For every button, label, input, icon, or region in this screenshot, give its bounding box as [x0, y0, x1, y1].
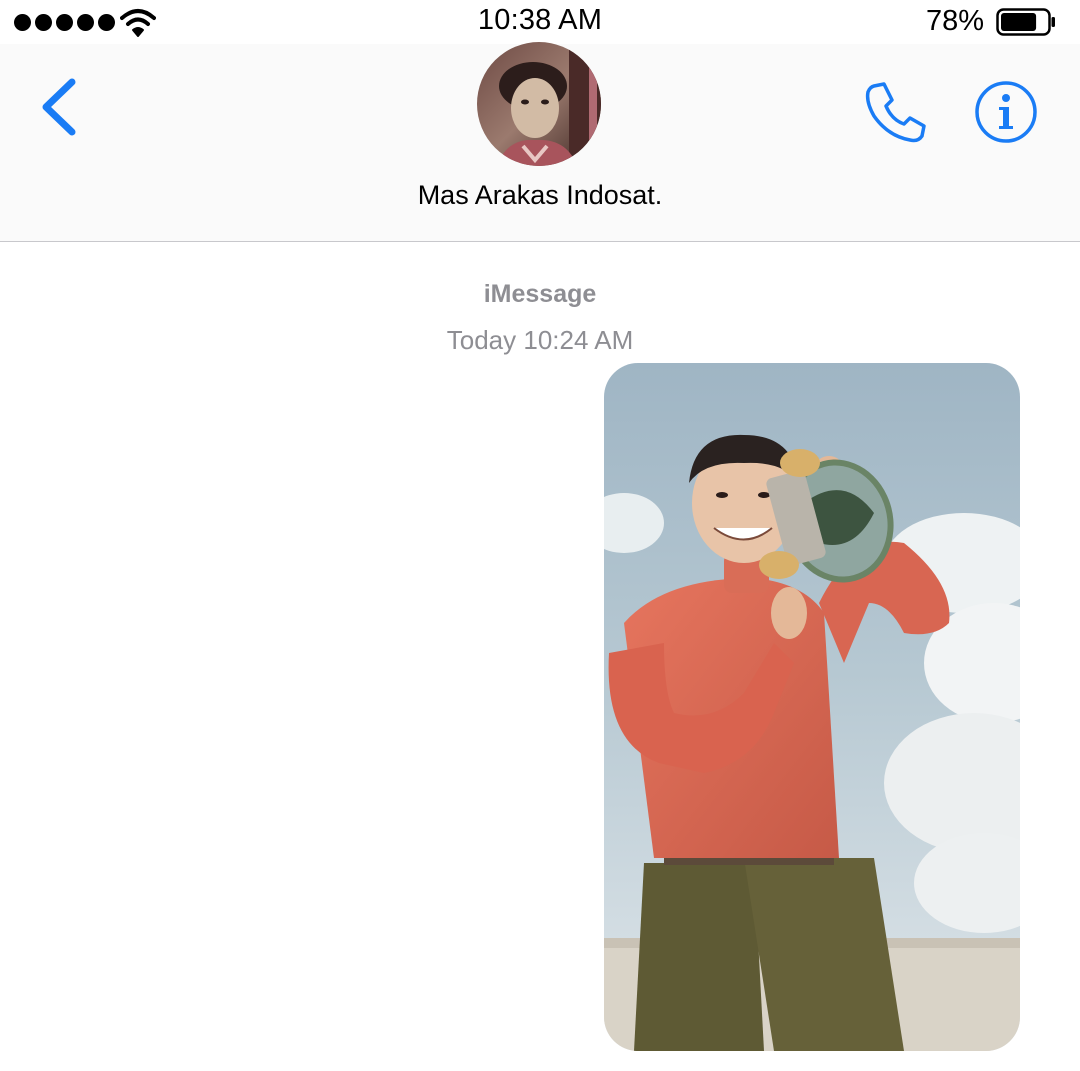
status-time: 10:38 AM — [477, 4, 603, 36]
chevron-left-icon — [42, 78, 76, 136]
contact-name[interactable]: Mas Arakas Indosat. — [0, 180, 1080, 211]
battery-icon — [996, 8, 1055, 36]
call-button[interactable] — [862, 78, 930, 146]
contact-avatar[interactable] — [477, 42, 601, 166]
status-bar: 10:38 AM 78% — [0, 0, 1080, 44]
message-timestamp: Today 10:24 AM — [446, 325, 634, 355]
conversation-header: Mas Arakas Indosat. — [0, 42, 1080, 242]
info-button[interactable] — [972, 78, 1040, 146]
back-button[interactable] — [30, 72, 90, 142]
battery-percent: 78% — [925, 5, 984, 37]
photo-message[interactable] — [604, 363, 1020, 1051]
phone-icon — [865, 82, 926, 143]
messages-screen: 10:38 AM 78% Mas Arakas Indosat. iMessag… — [0, 0, 1080, 1071]
service-label: iMessage — [483, 280, 597, 308]
info-icon — [975, 81, 1037, 143]
